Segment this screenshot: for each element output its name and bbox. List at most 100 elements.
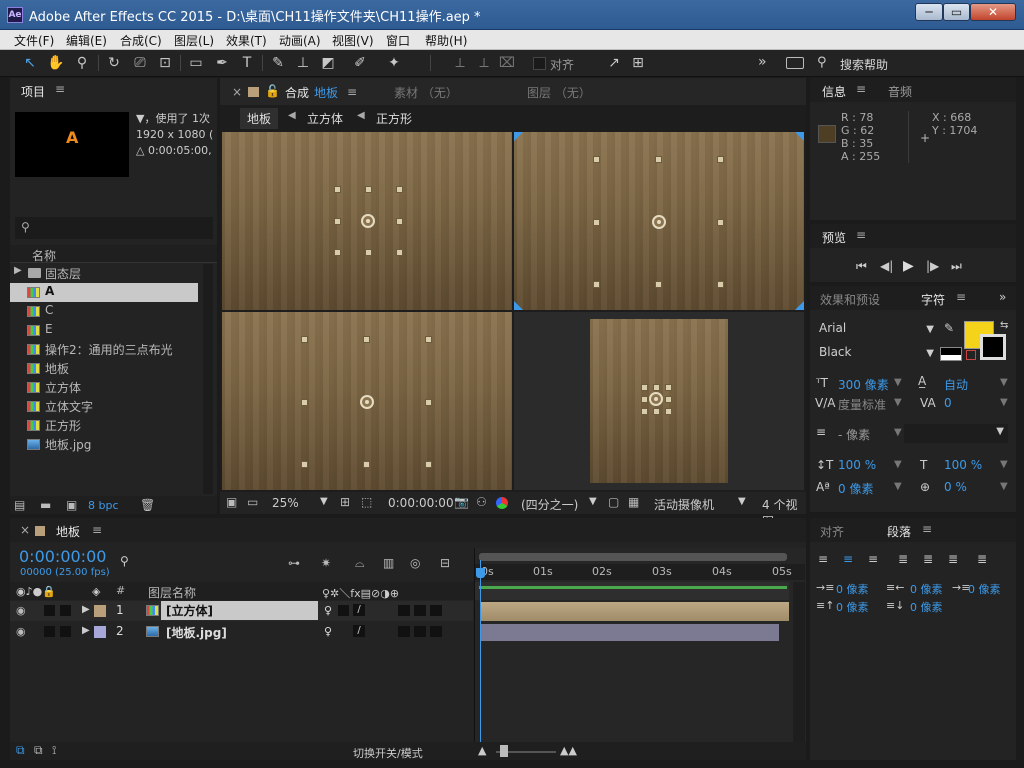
- layer-row[interactable]: ◉ ▶ 1 [立方体] ♀ /: [10, 601, 473, 621]
- list-item[interactable]: E: [10, 321, 200, 340]
- panel-menu-icon[interactable]: ≡: [856, 82, 866, 96]
- panel-menu-icon[interactable]: ≡: [92, 523, 102, 537]
- snap-checkbox[interactable]: [533, 57, 546, 70]
- stroke-width-field[interactable]: - 像素: [838, 426, 870, 443]
- shy-layers-icon[interactable]: ⌓: [355, 556, 365, 571]
- show-snapshot-icon[interactable]: ⚇: [476, 495, 487, 509]
- list-item[interactable]: 操作2：通用的三点布光: [10, 340, 200, 359]
- search-icon[interactable]: ⚲: [120, 554, 129, 568]
- anchor-point-icon[interactable]: [649, 392, 663, 406]
- roto-brush-tool-icon[interactable]: ✐: [350, 54, 370, 72]
- breadcrumb-item[interactable]: 地板: [240, 108, 279, 129]
- zoom-level-dropdown[interactable]: 25%: [272, 496, 299, 510]
- layer-bar[interactable]: [481, 624, 779, 641]
- anchor-point-icon[interactable]: [361, 214, 375, 228]
- layer-name[interactable]: [立方体]: [161, 601, 318, 620]
- last-frame-icon[interactable]: ⏭: [951, 259, 962, 274]
- chevron-down-icon[interactable]: ▼: [738, 496, 746, 507]
- hand-tool-icon[interactable]: ✋: [46, 54, 66, 72]
- align-center-icon[interactable]: ≡: [843, 552, 853, 566]
- rotate-tool-icon[interactable]: ↻: [104, 54, 124, 72]
- new-folder-icon[interactable]: ▬: [40, 498, 51, 512]
- transfer-controls-icon[interactable]: ⧉: [34, 743, 43, 758]
- tab-align[interactable]: 对齐: [820, 523, 844, 540]
- kerning-field[interactable]: 度量标准: [838, 396, 886, 413]
- minimize-button[interactable]: ─: [915, 3, 943, 21]
- time-graph[interactable]: 0s 01s 02s 03s 04s 05s: [474, 548, 806, 748]
- next-frame-icon[interactable]: |▶: [926, 259, 939, 273]
- menu-effect[interactable]: 效果(T): [226, 32, 267, 49]
- no-fill-icon[interactable]: [966, 350, 976, 360]
- project-scrollbar[interactable]: [203, 264, 213, 494]
- vertical-scale-field[interactable]: 100 %: [838, 458, 876, 472]
- layer-label-color[interactable]: [94, 626, 106, 638]
- expand-arrow-icon[interactable]: ▶: [82, 604, 90, 615]
- tab-audio[interactable]: 音频: [888, 83, 912, 100]
- draft-3d-icon[interactable]: ✷: [321, 556, 331, 570]
- solo-switch[interactable]: [44, 626, 55, 637]
- tab-effects-presets[interactable]: 效果和预设: [820, 291, 880, 308]
- eye-icon[interactable]: ◉: [16, 604, 26, 617]
- tab-character[interactable]: 字符: [921, 291, 945, 308]
- list-item[interactable]: 地板.jpg: [10, 435, 200, 454]
- space-before-field[interactable]: 0 像素: [836, 599, 869, 615]
- snap-edge-icon[interactable]: ↗: [604, 54, 624, 72]
- layer-switches-icon[interactable]: ⧉: [16, 743, 25, 758]
- camera-tool-icon[interactable]: ⎚: [130, 54, 150, 72]
- transparency-grid-icon[interactable]: ▦: [628, 495, 639, 509]
- graph-editor-icon[interactable]: ⊟: [440, 556, 450, 570]
- search-help-input[interactable]: 搜索帮助: [840, 56, 888, 73]
- playhead-icon[interactable]: [476, 568, 485, 578]
- panel-menu-icon[interactable]: ≡: [922, 522, 932, 536]
- previous-frame-icon[interactable]: ◀|: [880, 259, 893, 273]
- layer-label-color[interactable]: [94, 605, 106, 617]
- pen-tool-icon[interactable]: ✒: [212, 54, 232, 72]
- leading-field[interactable]: 自动: [944, 376, 968, 393]
- tab-info[interactable]: 信息: [822, 83, 846, 100]
- menu-composition[interactable]: 合成(C): [120, 32, 162, 49]
- panel-menu-icon[interactable]: ≡: [347, 85, 357, 99]
- lock-switch[interactable]: [60, 605, 71, 616]
- menu-view[interactable]: 视图(V): [332, 32, 374, 49]
- close-tab-icon[interactable]: ×: [232, 85, 242, 99]
- quality-switch[interactable]: /: [353, 604, 365, 616]
- new-composition-icon[interactable]: ▣: [66, 498, 77, 512]
- color-channels-icon[interactable]: [496, 497, 508, 509]
- list-item[interactable]: 地板: [10, 359, 200, 378]
- zoom-slider-thumb[interactable]: [500, 745, 508, 757]
- selection-tool-icon[interactable]: ↖: [20, 54, 40, 72]
- collapse-transform-icon[interactable]: ♀: [324, 604, 332, 617]
- anchor-point-icon[interactable]: [360, 395, 374, 409]
- layer-name-header[interactable]: 图层名称: [148, 584, 196, 601]
- close-button[interactable]: ✕: [970, 3, 1016, 21]
- maximize-button[interactable]: ▭: [943, 3, 970, 21]
- align-right-icon[interactable]: ≡: [868, 552, 878, 566]
- world-axis-icon[interactable]: ⟂: [474, 54, 494, 72]
- chevron-down-icon[interactable]: ▼: [320, 496, 328, 507]
- zoom-in-icon[interactable]: ▲▲: [560, 744, 577, 757]
- baseline-shift-field[interactable]: 0 像素: [838, 480, 873, 497]
- play-icon[interactable]: ▶: [903, 258, 914, 274]
- delete-icon[interactable]: 🗑: [140, 498, 155, 512]
- expand-arrow-icon[interactable]: ▶: [82, 625, 90, 636]
- frame-blending-icon[interactable]: ▥: [383, 556, 394, 570]
- menu-edit[interactable]: 编辑(E): [66, 32, 107, 49]
- eyedropper-icon[interactable]: ✎: [944, 321, 954, 335]
- comp-tab-prefix[interactable]: 合成: [285, 84, 309, 101]
- horizontal-scale-field[interactable]: 100 %: [944, 458, 982, 472]
- panel-menu-icon[interactable]: ≡: [856, 228, 866, 242]
- space-after-field[interactable]: 0 像素: [910, 599, 943, 615]
- quality-switch[interactable]: /: [353, 625, 365, 637]
- more-panels-icon[interactable]: »: [999, 290, 1006, 304]
- justify-all-icon[interactable]: ≣: [977, 552, 987, 566]
- justify-right-icon[interactable]: ≣: [948, 552, 958, 566]
- list-item[interactable]: 立方体: [10, 378, 200, 397]
- viewer-timecode[interactable]: 0:00:00:00: [388, 496, 454, 510]
- type-tool-icon[interactable]: T: [237, 54, 257, 72]
- breadcrumb-item[interactable]: 正方形: [376, 110, 412, 127]
- workspace-icon[interactable]: [786, 57, 804, 69]
- column-header[interactable]: 名称: [10, 245, 217, 263]
- bit-depth-button[interactable]: 8 bpc: [88, 499, 119, 512]
- tab-paragraph[interactable]: 段落: [887, 523, 911, 540]
- list-item[interactable]: 正方形: [10, 416, 200, 435]
